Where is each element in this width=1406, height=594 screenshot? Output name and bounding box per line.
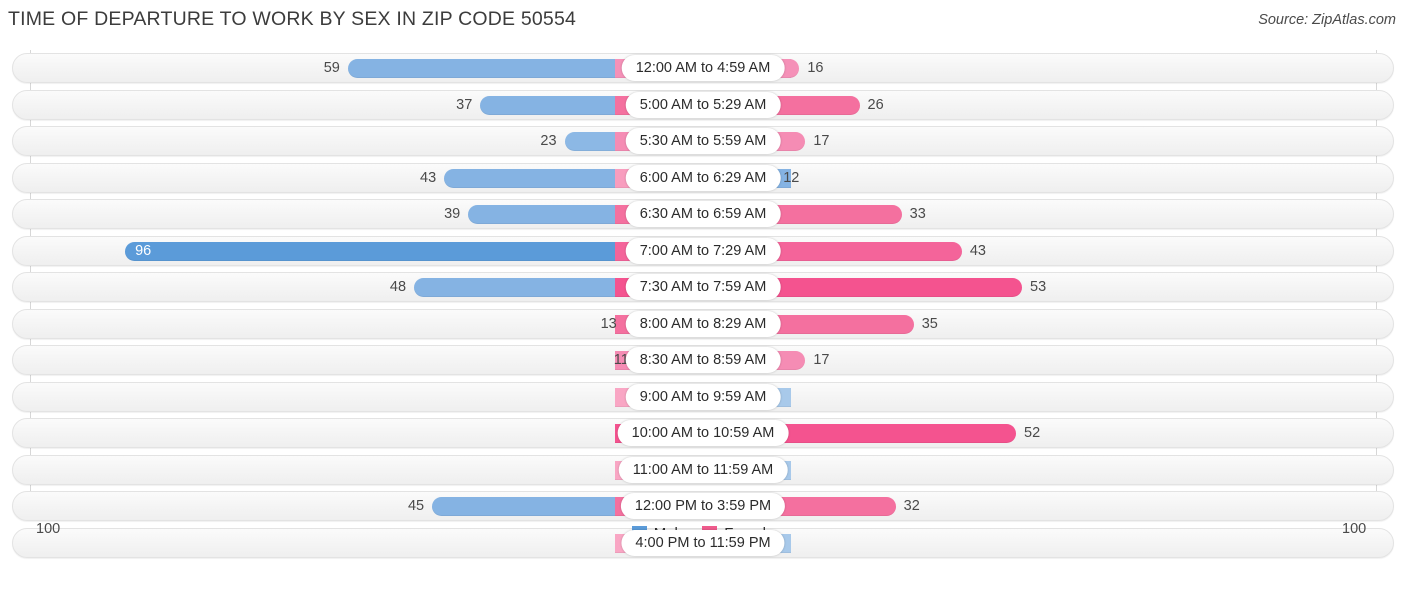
chart-row: 13 35 8:00 AM to 8:29 AM — [0, 306, 1406, 343]
category-label: 5:00 AM to 5:29 AM — [625, 91, 781, 118]
chart-row: 0011:00 AM to 11:59 AM — [0, 452, 1406, 489]
category-label: 10:00 AM to 10:59 AM — [617, 420, 789, 446]
category-label: 7:30 AM to 7:59 AM — [625, 274, 781, 300]
chart-page: TIME OF DEPARTURE TO WORK BY SEX IN ZIP … — [0, 0, 1406, 594]
male-value-label: 23 — [540, 133, 557, 149]
female-value-label: 35 — [921, 315, 938, 332]
chart-row: 009:00 AM to 9:59 AM — [0, 379, 1406, 416]
female-value-label: 12 — [783, 169, 800, 186]
category-label: 6:30 AM to 6:59 AM — [625, 201, 781, 227]
category-label: 9:00 AM to 9:59 AM — [625, 383, 781, 410]
page-title: TIME OF DEPARTURE TO WORK BY SEX IN ZIP … — [8, 8, 577, 30]
category-label: 6:00 AM to 6:29 AM — [625, 164, 781, 191]
chart-row: 11 17 8:30 AM to 8:59 AM — [0, 342, 1406, 379]
category-label: 12:00 PM to 3:59 PM — [620, 493, 786, 519]
source-attribution: Source: ZipAtlas.com — [1258, 12, 1396, 28]
female-value-label: 17 — [813, 352, 830, 368]
chart-row: 48 53 7:30 AM to 7:59 AM — [0, 269, 1406, 306]
male-value-label: 39 — [444, 206, 461, 222]
category-label: 12:00 AM to 4:59 AM — [621, 55, 785, 81]
chart-rows: 59 16 12:00 AM to 4:59 AM 37 26 5:00 AM to 5:… — [0, 50, 1406, 561]
male-value-label: 59 — [323, 60, 340, 76]
female-value-label: 33 — [909, 206, 926, 222]
chart-row: 96 43 7:00 AM to 7:29 AM — [0, 233, 1406, 270]
male-value-label: 48 — [389, 279, 407, 295]
female-value-label: 32 — [903, 498, 920, 514]
chart-row: 37 26 5:00 AM to 5:29 AM — [0, 87, 1406, 124]
male-value-label: 45 — [407, 498, 425, 514]
chart-row: 05210:00 AM to 10:59 AM — [0, 415, 1406, 452]
chart-row: 45 32 12:00 PM to 3:59 PM — [0, 488, 1406, 525]
chart-row: 23 17 5:30 AM to 5:59 AM — [0, 123, 1406, 160]
chart-row: 59 16 12:00 AM to 4:59 AM — [0, 50, 1406, 87]
female-value-label: 16 — [807, 60, 824, 76]
female-value-label: 17 — [813, 133, 830, 149]
chart-row: 43 12 6:00 AM to 6:29 AM — [0, 160, 1406, 197]
male-value-label: 96 — [135, 242, 152, 259]
category-label: 8:00 AM to 8:29 AM — [625, 310, 781, 337]
female-value-label: 43 — [969, 242, 986, 259]
category-label: 11:00 AM to 11:59 AM — [618, 456, 788, 483]
category-label: 4:00 PM to 11:59 PM — [621, 529, 785, 556]
male-value-label: 13 — [600, 315, 617, 332]
male-value-label: 37 — [456, 96, 473, 113]
female-value-label: 26 — [867, 96, 884, 113]
chart-plot-area: 59 16 12:00 AM to 4:59 AM 37 26 5:00 AM to 5:… — [0, 50, 1406, 558]
male-value-label: 43 — [420, 169, 437, 186]
category-label: 5:30 AM to 5:59 AM — [625, 128, 781, 154]
category-label: 8:30 AM to 8:59 AM — [625, 347, 781, 373]
chart-row: 39 33 6:30 AM to 6:59 AM — [0, 196, 1406, 233]
female-value-label: 53 — [1030, 279, 1047, 295]
category-label: 7:00 AM to 7:29 AM — [625, 237, 781, 264]
female-value-label: 52 — [1024, 425, 1041, 441]
